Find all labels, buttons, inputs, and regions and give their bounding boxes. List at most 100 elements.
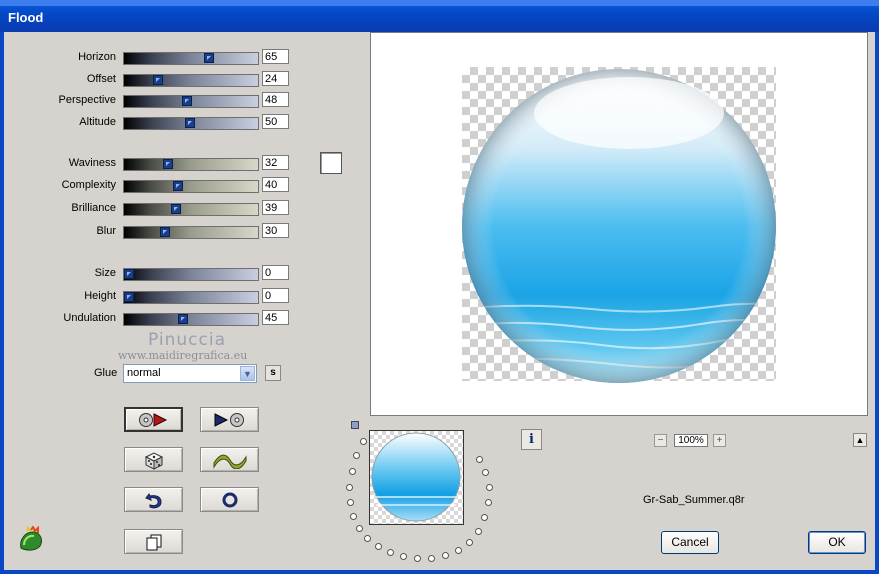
slider-value-field[interactable]: 50	[262, 114, 289, 129]
slider-label: Height	[84, 290, 116, 302]
chevron-down-icon[interactable]: ▼	[240, 366, 255, 381]
slider-value-field[interactable]: 30	[262, 223, 289, 238]
zoom-out-button[interactable]: −	[654, 434, 667, 447]
undo-button[interactable]	[124, 487, 183, 512]
zoom-dial-dot[interactable]	[414, 555, 421, 562]
slider-thumb[interactable]	[153, 75, 163, 85]
zoom-dial-dot[interactable]	[400, 553, 407, 560]
zoom-dial-dot[interactable]	[466, 539, 473, 546]
zoom-dial-dot[interactable]	[347, 499, 354, 506]
slider-value-field[interactable]: 24	[262, 71, 289, 86]
slider-height[interactable]: Height 0	[0, 288, 300, 306]
collapse-button[interactable]: ▲	[853, 433, 867, 447]
preview-sphere	[462, 69, 776, 383]
slider-thumb[interactable]	[178, 314, 188, 324]
slider-thumb[interactable]	[124, 269, 134, 279]
zoom-dial-dot[interactable]	[375, 543, 382, 550]
slider-waviness[interactable]: Waviness 32	[0, 155, 300, 173]
title-bar: Flood	[0, 0, 879, 32]
slider-label: Complexity	[61, 179, 116, 191]
reset-button[interactable]	[200, 487, 259, 512]
zoom-dial-dot[interactable]	[455, 547, 462, 554]
slider-thumb[interactable]	[185, 118, 195, 128]
slider-offset[interactable]: Offset 24	[0, 71, 300, 89]
slider-value-field[interactable]: 32	[262, 155, 289, 170]
slider-track[interactable]	[123, 291, 259, 304]
slider-label: Undulation	[63, 312, 116, 324]
glue-s-button[interactable]: s	[265, 365, 281, 381]
slider-complexity[interactable]: Complexity 40	[0, 177, 300, 195]
copy-button[interactable]	[124, 529, 183, 554]
slider-label: Brilliance	[71, 202, 116, 214]
app-logo-icon[interactable]	[17, 526, 45, 554]
zoom-dial-dot[interactable]	[349, 468, 356, 475]
slider-label: Waviness	[68, 157, 116, 169]
slider-value-field[interactable]: 40	[262, 177, 289, 192]
zoom-dial-dot[interactable]	[346, 484, 353, 491]
slider-value-field[interactable]: 39	[262, 200, 289, 215]
randomize-button[interactable]	[124, 447, 183, 472]
slider-value-field[interactable]: 0	[262, 288, 289, 303]
window-frame-bottom	[0, 570, 879, 574]
zoom-dial-dot[interactable]	[353, 452, 360, 459]
slider-track[interactable]	[123, 226, 259, 239]
ok-button[interactable]: OK	[808, 531, 866, 554]
slider-thumb[interactable]	[160, 227, 170, 237]
color-swatch[interactable]	[320, 152, 342, 174]
play-button[interactable]	[200, 407, 259, 432]
slider-label: Horizon	[78, 51, 116, 63]
slider-label: Size	[94, 267, 116, 279]
slider-label: Altitude	[79, 116, 116, 128]
slider-thumb[interactable]	[173, 181, 183, 191]
slider-track[interactable]	[123, 268, 259, 281]
slider-track[interactable]	[123, 74, 259, 87]
slider-thumb[interactable]	[171, 204, 181, 214]
slider-label: Offset	[86, 73, 116, 85]
zoom-dial-dot[interactable]	[475, 528, 482, 535]
navigator-thumbnail[interactable]	[369, 430, 464, 525]
dice-icon	[144, 451, 163, 470]
zoom-dial-dot[interactable]	[360, 438, 367, 445]
slider-perspective[interactable]: Perspective 48	[0, 92, 300, 110]
slider-value-field[interactable]: 65	[262, 49, 289, 64]
zoom-dial-dot[interactable]	[364, 535, 371, 542]
wave-button[interactable]	[200, 447, 259, 472]
preview-panel[interactable]	[370, 32, 868, 416]
slider-brilliance[interactable]: Brilliance 39	[0, 200, 300, 218]
slider-value-field[interactable]: 48	[262, 92, 289, 107]
slider-value-field[interactable]: 45	[262, 310, 289, 325]
rewind-button[interactable]	[124, 407, 183, 432]
slider-undulation[interactable]: Undulation 45	[0, 310, 300, 328]
slider-track[interactable]	[123, 52, 259, 65]
slider-thumb[interactable]	[204, 53, 214, 63]
zoom-dial-dot[interactable]	[485, 499, 492, 506]
slider-track[interactable]	[123, 203, 259, 216]
slider-altitude[interactable]: Altitude 50	[0, 114, 300, 132]
slider-thumb[interactable]	[182, 96, 192, 106]
watermark-name: Pinuccia	[148, 330, 226, 350]
zoom-dial-dot[interactable]	[428, 555, 435, 562]
zoom-dial-dot[interactable]	[442, 552, 449, 559]
slider-horizon[interactable]: Horizon 65	[0, 49, 300, 67]
zoom-dial-dot[interactable]	[482, 469, 489, 476]
zoom-dial-dot[interactable]	[481, 514, 488, 521]
zoom-dial-dot[interactable]	[486, 484, 493, 491]
glue-select[interactable]: normal ▼	[123, 364, 257, 383]
slider-track[interactable]	[123, 313, 259, 326]
rewind-icon	[138, 412, 167, 427]
slider-blur[interactable]: Blur 30	[0, 223, 300, 241]
slider-track[interactable]	[123, 158, 259, 171]
slider-size[interactable]: Size 0	[0, 265, 300, 283]
slider-thumb[interactable]	[163, 159, 173, 169]
slider-thumb[interactable]	[124, 292, 134, 302]
zoom-in-button[interactable]: +	[713, 434, 726, 447]
zoom-dial-dot[interactable]	[350, 513, 357, 520]
slider-track[interactable]	[123, 180, 259, 193]
zoom-dial-dot[interactable]	[387, 549, 394, 556]
info-button[interactable]: i	[521, 429, 542, 450]
zoom-dial-dot[interactable]	[356, 525, 363, 532]
cancel-button[interactable]: Cancel	[661, 531, 719, 554]
zoom-dial-dot[interactable]	[476, 456, 483, 463]
slider-value-field[interactable]: 0	[262, 265, 289, 280]
navigator-handle[interactable]	[351, 421, 359, 429]
